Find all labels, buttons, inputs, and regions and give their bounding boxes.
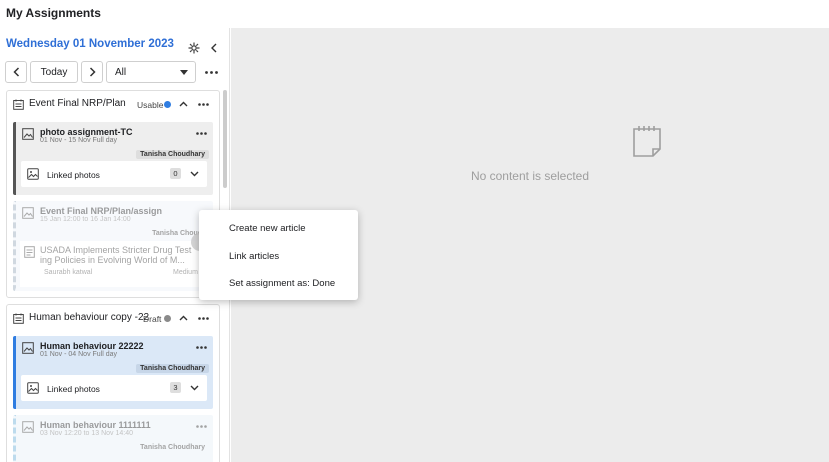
photo-assignment-icon bbox=[22, 128, 34, 140]
linked-photos-label: Linked photos bbox=[47, 170, 100, 180]
card-dates: 01 Nov - 15 Nov Full day bbox=[40, 137, 118, 144]
assignee-tag: Tanisha Choudhary bbox=[136, 364, 209, 373]
status-badge: Usable bbox=[137, 100, 164, 110]
group-title: Event Final NRP/Plan bbox=[29, 98, 126, 109]
assignment-group: Human behaviour copy -22 Draft Human beh… bbox=[6, 304, 220, 462]
group-header[interactable]: Event Final NRP/Plan Usable bbox=[7, 91, 219, 117]
app-header: My Assignments bbox=[0, 0, 829, 28]
article-title-line1: USADA Implements Stricter Drug Test bbox=[40, 245, 192, 255]
article-icon bbox=[24, 246, 35, 258]
filter-settings-icon[interactable] bbox=[186, 40, 202, 56]
linked-photos-label: Linked photos bbox=[47, 384, 100, 394]
status-badge: Draft bbox=[143, 314, 162, 324]
assignment-card[interactable]: Event Final NRP/Plan/assign 15 Jan 12:00… bbox=[13, 201, 216, 291]
chevron-right-icon bbox=[89, 67, 96, 77]
previous-day-button[interactable] bbox=[5, 61, 27, 83]
chevron-left-icon bbox=[12, 67, 19, 77]
article-title-line2: ing Policies in Evolving World of M... bbox=[40, 255, 185, 265]
next-day-button[interactable] bbox=[81, 61, 103, 83]
photo-assignment-icon bbox=[22, 342, 34, 354]
menu-item-create-article[interactable]: Create new article bbox=[229, 223, 306, 234]
notepad-icon bbox=[633, 126, 661, 157]
group-title: Human behaviour copy -22 bbox=[29, 312, 150, 323]
chevron-up-icon[interactable] bbox=[179, 101, 188, 107]
group-header[interactable]: Human behaviour copy -22 Draft bbox=[7, 305, 219, 331]
card-title: Human behaviour 1111111 bbox=[40, 420, 151, 430]
empty-state-message: No content is selected bbox=[470, 169, 590, 183]
card-dates: 03 Nov 12:20 to 13 Nov 14:40 bbox=[40, 430, 134, 437]
page-title: My Assignments bbox=[6, 6, 101, 20]
more-icon[interactable] bbox=[198, 317, 209, 320]
collapse-panel-icon[interactable] bbox=[206, 40, 222, 56]
image-icon bbox=[27, 382, 39, 394]
context-menu: Create new article Link articles Set ass… bbox=[199, 210, 358, 300]
linked-article[interactable]: USADA Implements Stricter Drug Test ing … bbox=[20, 241, 216, 287]
chevron-down-icon[interactable] bbox=[190, 385, 199, 391]
more-options-icon[interactable] bbox=[203, 65, 219, 79]
filter-select[interactable]: All bbox=[106, 61, 196, 83]
article-priority: Medium bbox=[173, 269, 198, 276]
more-icon[interactable] bbox=[198, 103, 209, 106]
linked-photos-row[interactable]: Linked photos 3 bbox=[21, 375, 207, 401]
article-author: Saurabh katwal bbox=[44, 269, 93, 276]
linked-photos-row[interactable]: Linked photos 0 bbox=[21, 161, 207, 187]
card-dates: 01 Nov - 04 Nov Full day bbox=[40, 351, 118, 358]
chevron-up-icon[interactable] bbox=[179, 315, 188, 321]
menu-item-set-done[interactable]: Set assignment as: Done bbox=[229, 278, 335, 289]
linked-count: 3 bbox=[170, 382, 181, 393]
today-button[interactable]: Today bbox=[30, 61, 78, 83]
card-title: Human behaviour 22222 bbox=[40, 341, 144, 351]
event-icon bbox=[13, 313, 24, 324]
assignment-group: Event Final NRP/Plan Usable photo assign… bbox=[6, 90, 220, 298]
assignee-tag: Tanisha Choudhary bbox=[136, 150, 209, 159]
current-date: Wednesday 01 November 2023 bbox=[6, 38, 174, 50]
panel-scrollbar[interactable] bbox=[223, 90, 227, 188]
menu-item-link-articles[interactable]: Link articles bbox=[229, 251, 279, 262]
card-title: photo assignment-TC bbox=[40, 127, 133, 137]
status-dot bbox=[164, 101, 171, 108]
card-dates: 15 Jan 12:00 to 16 Jan 14:00 bbox=[40, 216, 131, 223]
card-more-icon[interactable] bbox=[196, 425, 207, 428]
photo-assignment-icon bbox=[22, 421, 34, 433]
event-icon bbox=[13, 99, 24, 110]
dropdown-arrow-icon bbox=[180, 70, 188, 75]
photo-assignment-icon bbox=[22, 207, 34, 219]
card-more-icon[interactable] bbox=[196, 346, 207, 349]
assignee-tag: Tanisha Choudhary bbox=[140, 444, 205, 451]
image-icon bbox=[27, 168, 39, 180]
card-title: Event Final NRP/Plan/assign bbox=[40, 206, 163, 216]
card-more-icon[interactable] bbox=[196, 132, 207, 135]
assignment-card[interactable]: Human behaviour 1111111 03 Nov 12:20 to … bbox=[13, 415, 213, 462]
chevron-down-icon[interactable] bbox=[190, 171, 199, 177]
filter-select-value: All bbox=[115, 66, 127, 78]
status-dot bbox=[164, 315, 171, 322]
assignments-panel: Wednesday 01 November 2023 Today All Eve… bbox=[0, 28, 230, 462]
linked-count: 0 bbox=[170, 168, 181, 179]
